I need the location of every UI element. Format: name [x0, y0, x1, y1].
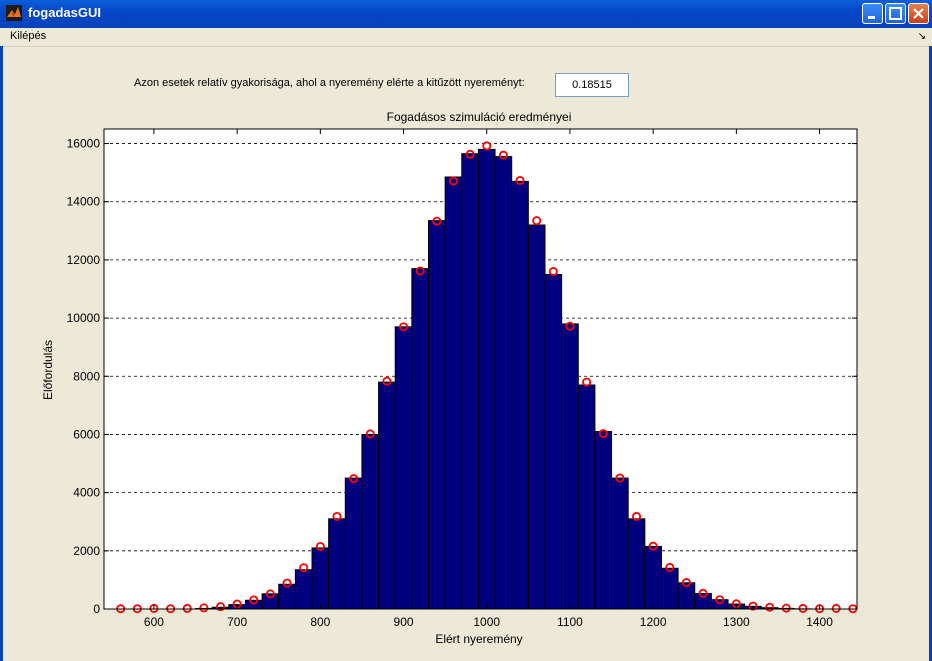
y-tick-label: 6000: [73, 427, 100, 441]
histogram-bar: [427, 220, 446, 610]
histogram-bar: [710, 599, 729, 610]
y-tick-label: 0: [93, 602, 100, 616]
histogram-bar: [444, 176, 463, 610]
y-tick-label: 2000: [73, 544, 100, 558]
x-tick-label: 600: [144, 615, 164, 629]
histogram-bar: [644, 545, 662, 610]
histogram-bar: [378, 381, 396, 610]
histogram-bar: [278, 583, 296, 610]
histogram-bar: [311, 547, 330, 610]
y-tick-label: 8000: [73, 369, 100, 383]
histogram-bar: [411, 268, 429, 610]
y-tick-label: 16000: [67, 137, 101, 151]
x-axis-label: Elért nyeremény: [435, 632, 522, 646]
x-tick-label: 1400: [806, 615, 833, 629]
histogram-bar: [527, 224, 546, 610]
x-tick-label: 800: [310, 615, 330, 629]
y-tick-label: 10000: [67, 311, 101, 325]
x-tick-label: 1000: [473, 615, 500, 629]
histogram-bar: [660, 567, 679, 610]
histogram-bar: [577, 384, 596, 610]
histogram-bar: [594, 431, 613, 610]
x-tick-label: 1100: [557, 615, 583, 629]
y-tick-label: 12000: [67, 253, 101, 267]
histogram-bar: [261, 593, 280, 610]
histogram-bar: [611, 477, 629, 610]
histogram-bar: [477, 148, 496, 610]
histogram-bar: [561, 323, 579, 610]
histogram-bar: [627, 518, 646, 610]
x-tick-label: 700: [227, 615, 247, 629]
histogram-bar: [511, 180, 529, 610]
y-tick-label: 4000: [73, 486, 100, 500]
histogram-bar: [394, 326, 413, 610]
histogram-bar: [244, 599, 263, 610]
histogram-bar: [294, 569, 313, 610]
histogram-bar: [494, 156, 513, 610]
histogram-bar: [344, 477, 363, 610]
x-tick-label: 1300: [723, 615, 750, 629]
histogram-bar: [461, 153, 479, 610]
histogram-chart: Fogadásos szimuláció eredményei Elért ny…: [41, 110, 858, 646]
histogram-bar: [544, 273, 563, 610]
y-axis-label: Előfordulás: [41, 340, 55, 400]
x-tick-label: 900: [394, 615, 414, 629]
x-tick-label: 1200: [640, 615, 667, 629]
histogram-bar: [694, 593, 712, 610]
histogram-bar: [361, 433, 380, 610]
y-tick-label: 14000: [67, 195, 101, 209]
histogram-bar: [328, 518, 346, 610]
chart-title: Fogadásos szimuláció eredményei: [387, 110, 572, 124]
